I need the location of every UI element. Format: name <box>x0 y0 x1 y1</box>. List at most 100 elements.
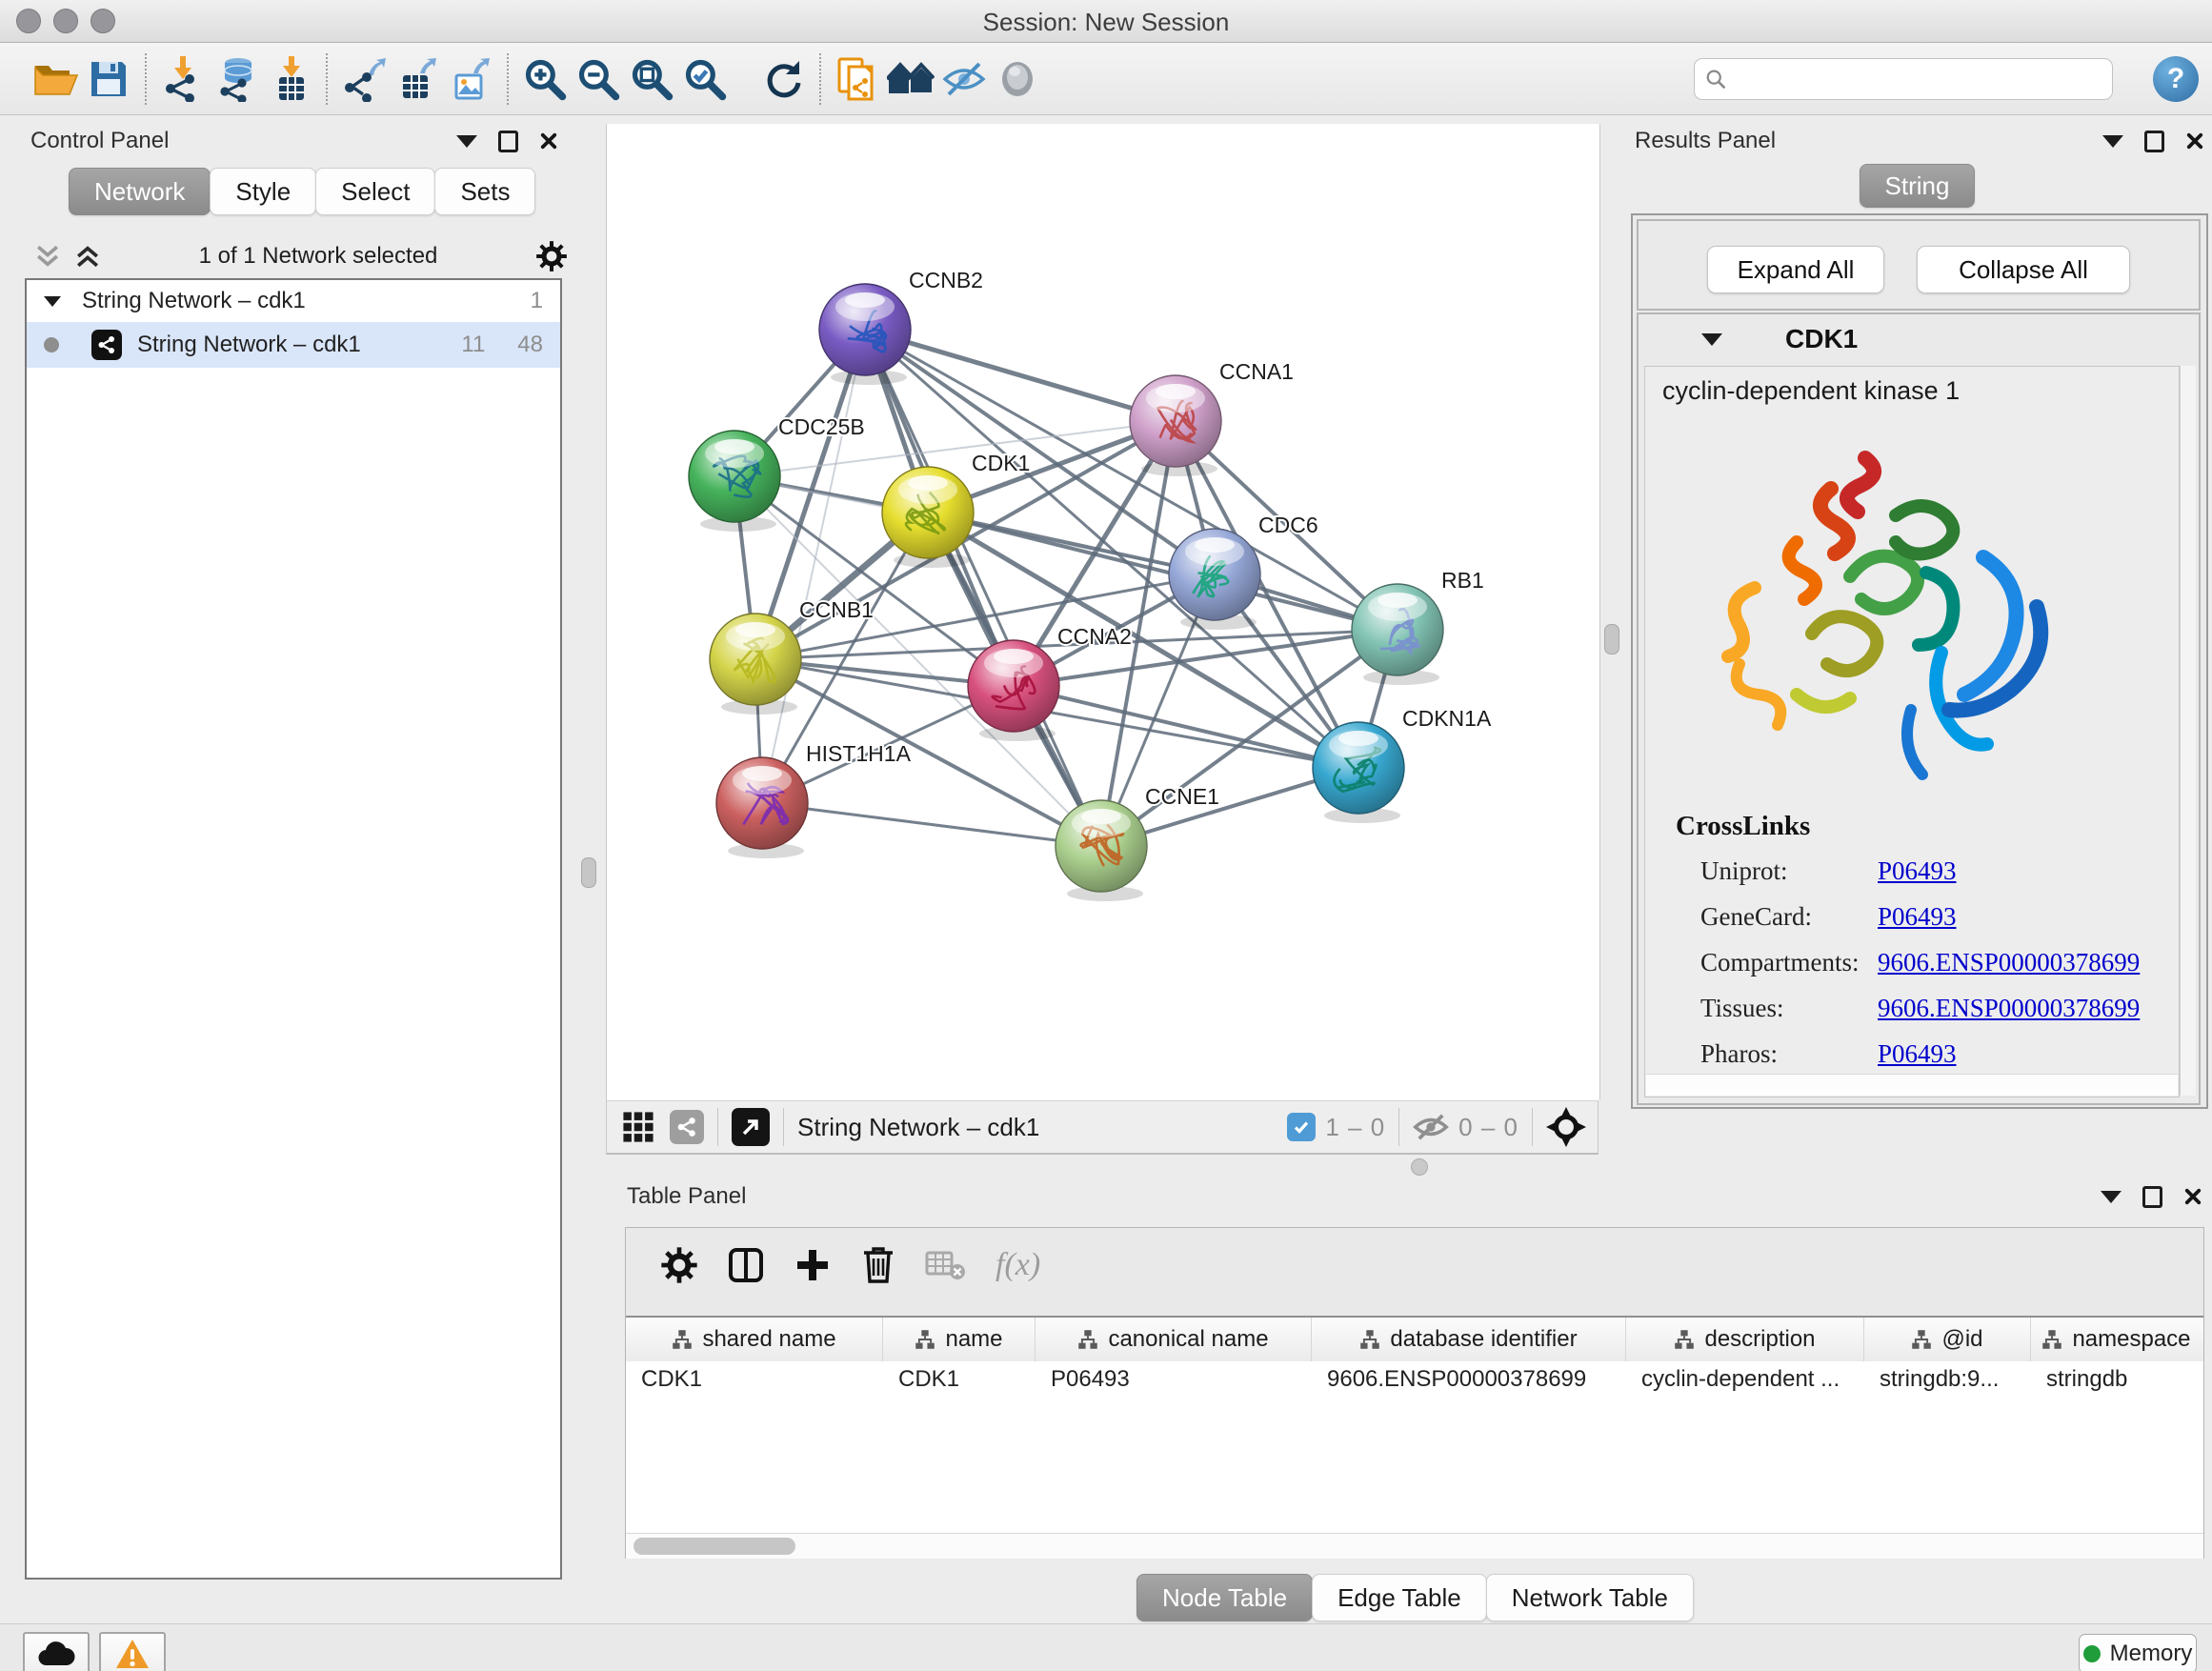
delete-column-trash-icon[interactable] <box>860 1245 896 1285</box>
zoom-fit-button[interactable] <box>625 52 678 106</box>
collection-expand-caret-icon[interactable] <box>44 296 61 307</box>
open-session-button[interactable] <box>29 52 82 106</box>
export-network-button[interactable] <box>337 52 391 106</box>
network-node-RB1[interactable]: RB1 <box>1352 568 1484 685</box>
cell-namespace[interactable]: stringdb <box>2031 1366 2202 1393</box>
table-header-row: shared name name canonical name database… <box>626 1316 2203 1362</box>
table-settings-gear-icon[interactable] <box>660 1246 698 1284</box>
tab-sets[interactable]: Sets <box>434 168 535 215</box>
zoom-out-button[interactable] <box>572 52 625 106</box>
crosslink-label: Uniprot: <box>1700 856 1788 886</box>
copy-network-button[interactable] <box>831 52 884 106</box>
cloud-button[interactable] <box>23 1632 90 1671</box>
panel-close-icon[interactable] <box>2183 1187 2202 1206</box>
network-canvas[interactable]: CCNB2CCNA1CDC25BCDK1CDC6RB1CCNB1CCNA2CDK… <box>606 124 1600 1100</box>
apply-layout-button[interactable] <box>756 52 810 106</box>
panel-menu-caret-icon[interactable] <box>2101 1191 2122 1203</box>
export-table-button[interactable] <box>391 52 444 106</box>
right-splitter-handle[interactable] <box>1604 624 1619 654</box>
warnings-button[interactable] <box>99 1632 166 1671</box>
panel-menu-caret-icon[interactable] <box>2102 135 2123 148</box>
grid-view-icon[interactable] <box>622 1111 654 1143</box>
column-header-id[interactable]: @id <box>1864 1318 2031 1361</box>
cell-name[interactable]: CDK1 <box>883 1366 1036 1393</box>
show-home-button[interactable] <box>884 52 937 106</box>
hidden-eye-slash-icon[interactable] <box>1413 1113 1449 1141</box>
column-header-shared-name[interactable]: shared name <box>626 1318 883 1361</box>
memory-button[interactable]: Memory <box>2079 1634 2197 1671</box>
table-toolbar: f(x) <box>626 1228 2203 1285</box>
selected-checkbox-icon[interactable] <box>1287 1113 1316 1141</box>
network-edge-HIST1H1A-CCNE1[interactable] <box>762 803 1101 846</box>
column-header-description[interactable]: description <box>1626 1318 1864 1361</box>
zoom-selected-button[interactable] <box>678 52 732 106</box>
crosslink-uniprot-link[interactable]: P06493 <box>1878 856 1957 886</box>
tab-network[interactable]: Network <box>69 168 211 215</box>
column-header-database-identifier[interactable]: database identifier <box>1312 1318 1626 1361</box>
expand-all-button[interactable]: Expand All <box>1707 246 1884 293</box>
column-header-name[interactable]: name <box>883 1318 1036 1361</box>
cell-id[interactable]: stringdb:9... <box>1864 1366 2031 1393</box>
crosslink-genecard-link[interactable]: P06493 <box>1878 902 1957 932</box>
network-share-icon[interactable] <box>670 1110 704 1144</box>
tab-select[interactable]: Select <box>315 168 435 215</box>
crosslink-tissues-link[interactable]: 9606.ENSP00000378699 <box>1878 994 2140 1023</box>
save-session-button[interactable] <box>82 52 135 106</box>
cell-database-identifier[interactable]: 9606.ENSP00000378699 <box>1312 1366 1626 1393</box>
tab-network-table[interactable]: Network Table <box>1486 1574 1694 1621</box>
cell-description[interactable]: cyclin-dependent ... <box>1626 1366 1864 1393</box>
crosslink-pharos-link[interactable]: P06493 <box>1878 1039 1957 1069</box>
panel-float-icon[interactable] <box>498 131 518 152</box>
fit-crosshair-icon[interactable] <box>1546 1107 1586 1147</box>
network-node-CCNA1[interactable]: CCNA1 <box>1130 359 1294 476</box>
tab-node-table[interactable]: Node Table <box>1136 1574 1313 1621</box>
horizontal-splitter-handle[interactable] <box>1411 1158 1428 1176</box>
gene-collapse-caret-icon[interactable] <box>1701 333 1722 346</box>
panel-close-icon[interactable] <box>539 131 558 151</box>
show-columns-icon[interactable] <box>727 1246 765 1284</box>
panel-float-icon[interactable] <box>2144 131 2164 152</box>
hide-glasses-button[interactable] <box>937 52 991 106</box>
import-network-button[interactable] <box>156 52 210 106</box>
panel-float-icon[interactable] <box>2142 1186 2162 1208</box>
network-options-gear-icon[interactable] <box>535 240 568 272</box>
network-node-CDC25B[interactable]: CDC25B <box>689 414 865 532</box>
expand-all-chevrons-icon[interactable] <box>74 243 101 270</box>
collapse-all-button[interactable]: Collapse All <box>1917 246 2130 293</box>
tab-edge-table[interactable]: Edge Table <box>1312 1574 1487 1621</box>
crosslink-compartments-link[interactable]: 9606.ENSP00000378699 <box>1878 948 2140 977</box>
tab-string[interactable]: String <box>1860 164 1976 208</box>
search-input[interactable] <box>1727 65 2102 93</box>
column-header-canonical-name[interactable]: canonical name <box>1036 1318 1312 1361</box>
panel-menu-caret-icon[interactable] <box>456 135 477 148</box>
network-edge-CCNB2-CCNE1[interactable] <box>865 330 1101 846</box>
network-edge-CCNB2-HIST1H1A[interactable] <box>762 330 865 803</box>
results-vscrollbar[interactable] <box>2180 366 2196 1096</box>
birdseye-view-icon[interactable] <box>732 1108 770 1146</box>
network-node-CCNB2[interactable]: CCNB2 <box>819 268 983 385</box>
import-table-button[interactable] <box>263 52 316 106</box>
gene-section-header[interactable]: CDK1 <box>1639 314 2199 364</box>
cell-shared-name[interactable]: CDK1 <box>626 1366 883 1393</box>
network-row-selected[interactable]: String Network – cdk1 11 48 <box>27 322 560 368</box>
network-node-CDKN1A[interactable]: CDKN1A <box>1313 706 1492 823</box>
left-splitter-handle[interactable] <box>581 857 596 888</box>
show-eye-button[interactable] <box>991 52 1044 106</box>
table-hscrollbar-thumb[interactable] <box>633 1538 795 1555</box>
results-hscrollbar[interactable] <box>1646 1074 2178 1096</box>
tab-style[interactable]: Style <box>210 168 316 215</box>
panel-close-icon[interactable] <box>2185 131 2204 151</box>
network-collection-row[interactable]: String Network – cdk1 1 <box>27 280 560 322</box>
network-node-HIST1H1A[interactable]: HIST1H1A <box>716 741 912 858</box>
zoom-in-button[interactable] <box>518 52 572 106</box>
export-image-button[interactable] <box>444 52 497 106</box>
cell-canonical-name[interactable]: P06493 <box>1036 1366 1312 1393</box>
add-column-icon[interactable] <box>794 1246 832 1284</box>
network-edge-CCNB2-CCNA1[interactable] <box>865 330 1176 421</box>
column-header-namespace[interactable]: namespace <box>2031 1318 2202 1361</box>
import-network-from-database-button[interactable] <box>210 52 263 106</box>
help-button[interactable]: ? <box>2153 56 2199 102</box>
collapse-all-chevrons-icon[interactable] <box>34 243 61 270</box>
table-row[interactable]: CDK1 CDK1 P06493 9606.ENSP00000378699 cy… <box>626 1361 2203 1398</box>
network-edge-CDK1-RB1[interactable] <box>928 513 1398 630</box>
